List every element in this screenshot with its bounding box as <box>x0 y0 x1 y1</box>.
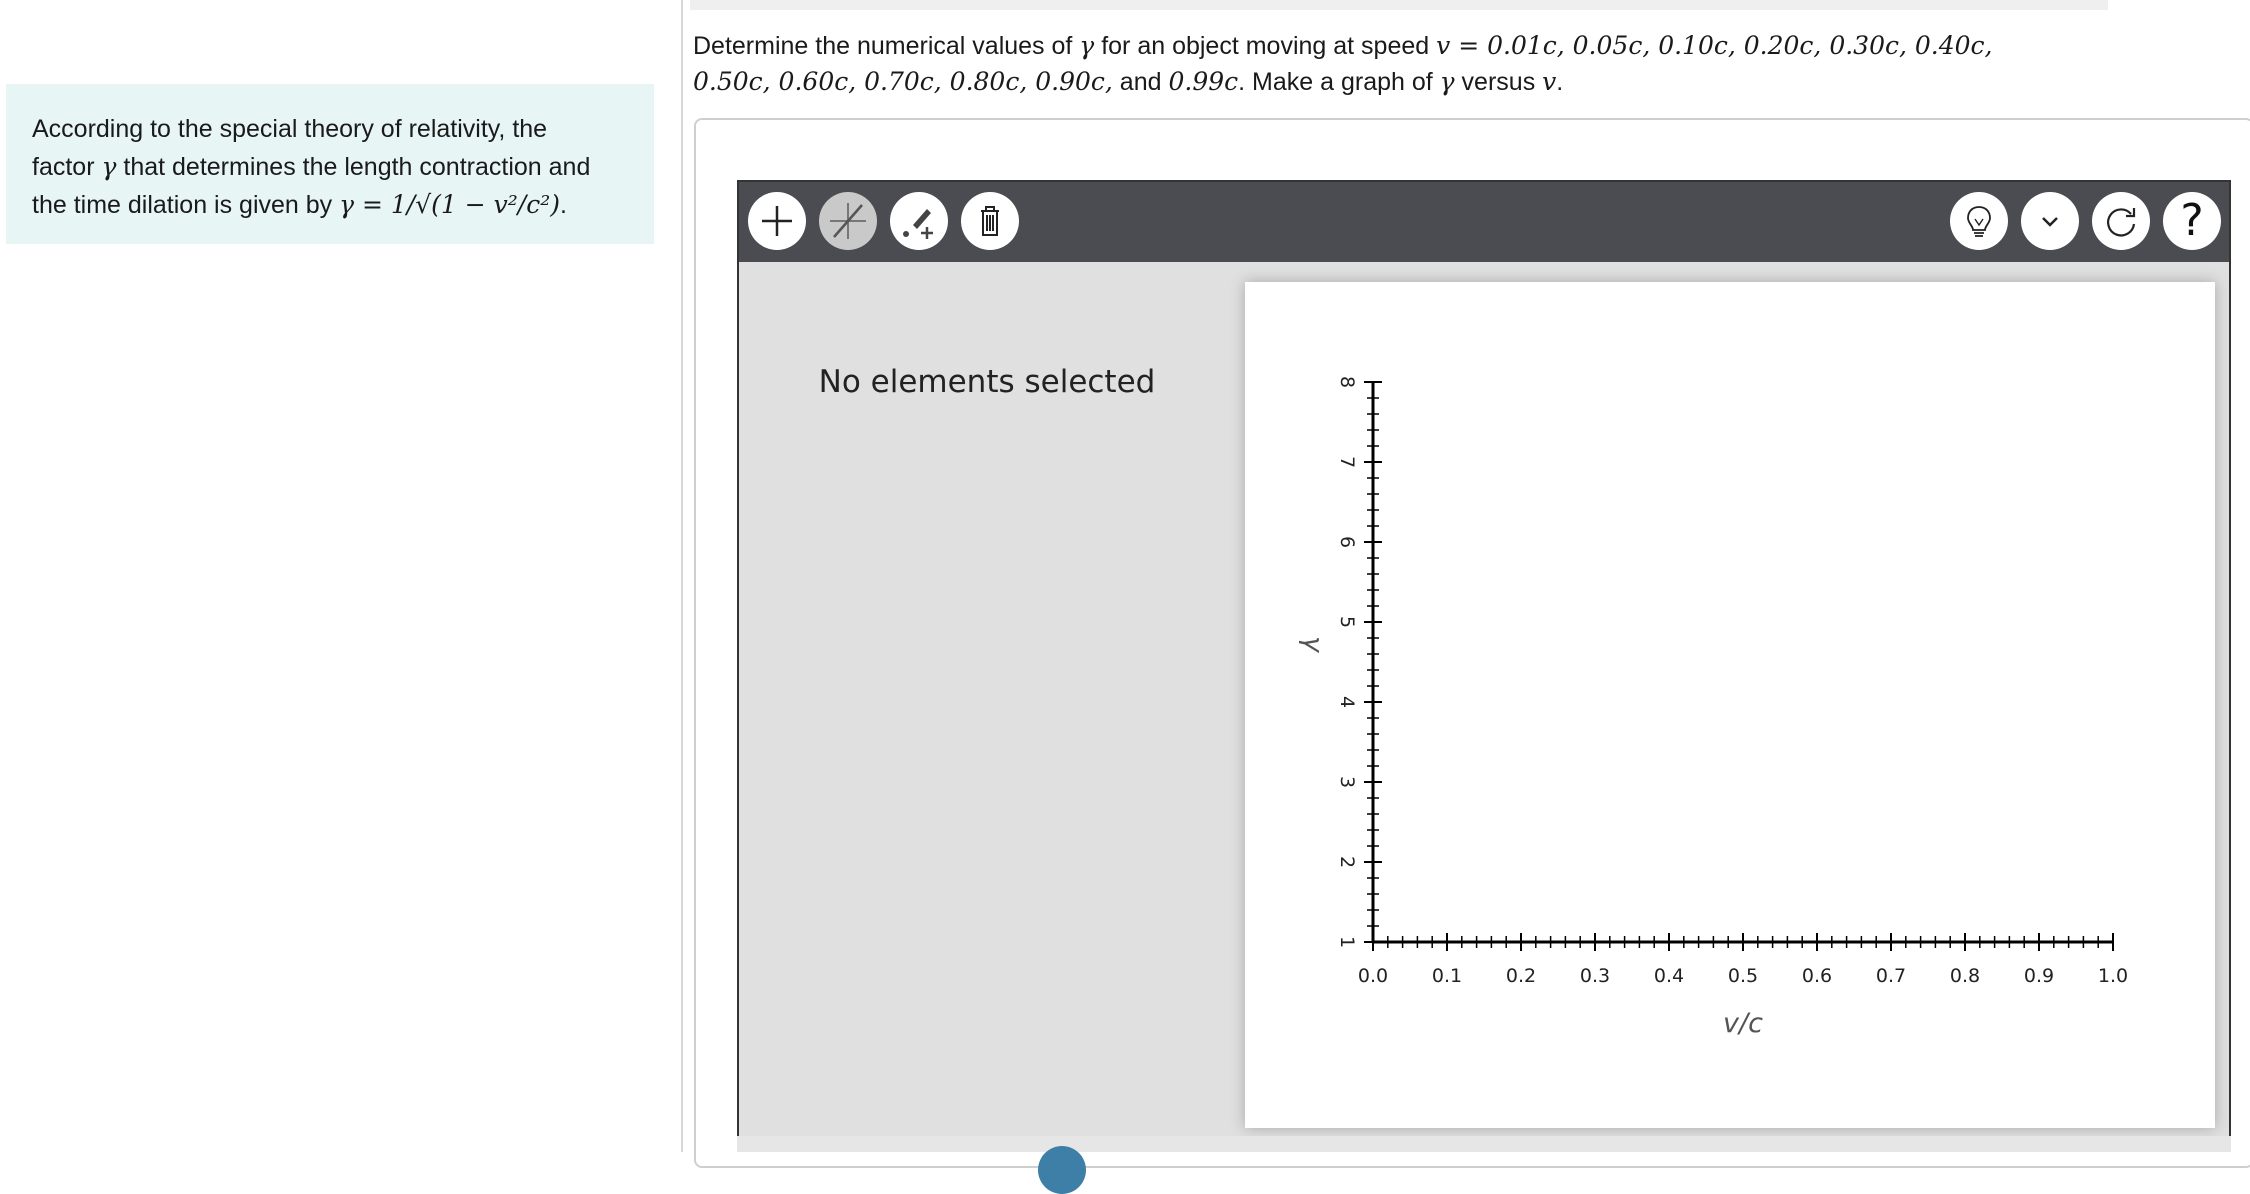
question-span: versus <box>1454 68 1543 96</box>
graph-area[interactable]: 0.0 0.1 0.2 0.3 0.4 0.5 0.6 0.7 0.8 0.9 1.0 1 2 3 4 5 6 7… <box>1245 282 2215 1128</box>
hint-line-1: According to the special theory of relat… <box>32 115 548 143</box>
gamma-symbol: γ <box>101 152 117 181</box>
x-tick-label: 0.1 <box>1432 965 1462 987</box>
question-line-1: Determine the numerical values of γ for … <box>693 28 2193 64</box>
trash-icon <box>981 206 999 236</box>
lightbulb-icon <box>1967 206 1991 237</box>
x-tick-label: 0.7 <box>1876 965 1906 987</box>
x-tick-label: 0.3 <box>1580 965 1610 987</box>
no-selection-message: No elements selected <box>818 364 1156 400</box>
properties-panel: No elements selected <box>739 262 1235 1144</box>
gamma-vs-v-chart[interactable]: 0.0 0.1 0.2 0.3 0.4 0.5 0.6 0.7 0.8 0.9 1.0 1 2 3 4 5 6 7… <box>1245 282 2215 1128</box>
y-tick-label: 5 <box>1336 616 1358 628</box>
question-line-2: 0.50c, 0.60c, 0.70c, 0.80c, 0.90c, and 0… <box>693 64 2193 100</box>
graph-toolbar: ? <box>739 182 2229 262</box>
hint-button[interactable] <box>1950 192 2008 250</box>
bottom-strip <box>737 1136 2231 1152</box>
y-tick-label: 6 <box>1336 536 1358 548</box>
hint-text: factor <box>32 153 102 181</box>
chevron-down-icon <box>2042 217 2058 227</box>
hint-text: . <box>560 191 567 219</box>
x-axis-label: v/c <box>1723 1008 1763 1039</box>
question-text: Determine the numerical values of γ for … <box>693 28 2193 100</box>
line-tool-icon <box>830 203 866 239</box>
delete-button[interactable] <box>961 192 1019 250</box>
graphing-tool: ? No elements selected 0.0 0.1 0.2 0.3 0.4 0.… <box>737 180 2231 1146</box>
hint-line-2: factor γ that determines the length cont… <box>32 148 628 186</box>
add-button[interactable] <box>748 192 806 250</box>
x-tick-label: 0.9 <box>2024 965 2054 987</box>
v-symbol: v <box>1542 67 1557 96</box>
y-tick-label: 1 <box>1336 936 1358 948</box>
x-tick-label: 0.2 <box>1506 965 1536 987</box>
y-axis-label: γ <box>1298 636 1329 654</box>
question-span: . <box>1556 68 1564 96</box>
point-pencil-icon <box>903 209 933 239</box>
speed-value: 0.99c <box>1168 67 1239 96</box>
hint-panel: According to the special theory of relat… <box>6 84 654 244</box>
question-span: for an object moving at speed <box>1094 32 1437 60</box>
scroll-indicator[interactable] <box>1038 1146 1086 1194</box>
y-tick-label: 7 <box>1336 456 1358 468</box>
x-tick-label: 0.8 <box>1950 965 1980 987</box>
point-pencil-button[interactable] <box>890 192 948 250</box>
speed-list: 0.50c, 0.60c, 0.70c, 0.80c, 0.90c, <box>693 67 1113 96</box>
hint-text: that determines the length contraction a… <box>116 153 591 181</box>
x-tick-label: 0.0 <box>1358 965 1388 987</box>
y-tick-label: 2 <box>1336 856 1358 868</box>
y-tick-label: 8 <box>1336 376 1358 388</box>
hint-line-3: the time dilation is given by γ = 1/√(1 … <box>32 186 628 224</box>
gamma-formula: γ = 1/√(1 − v²/c²) <box>339 190 560 219</box>
y-tick-label: 4 <box>1336 696 1358 708</box>
plus-icon <box>762 206 792 236</box>
column-divider <box>681 0 683 1152</box>
x-tick-label: 0.5 <box>1728 965 1758 987</box>
x-tick-label: 0.6 <box>1802 965 1832 987</box>
x-tick-label: 1.0 <box>2098 965 2128 987</box>
help-button[interactable]: ? <box>2163 192 2221 250</box>
y-tick-label: 3 <box>1336 776 1358 788</box>
reset-button[interactable] <box>2092 192 2150 250</box>
question-span: Determine the numerical values of <box>693 32 1080 60</box>
hint-text: the time dilation is given by <box>32 191 340 219</box>
top-bar <box>690 0 2108 10</box>
reset-icon <box>2107 208 2136 237</box>
expand-button[interactable] <box>2021 192 2079 250</box>
x-tick-label: 0.4 <box>1654 965 1684 987</box>
help-icon: ? <box>2180 195 2204 246</box>
question-span: and <box>1112 68 1169 96</box>
gamma-symbol: γ <box>1439 67 1455 96</box>
question-span: . Make a graph of <box>1238 68 1440 96</box>
gamma-symbol: γ <box>1079 31 1095 60</box>
line-tool-button[interactable] <box>819 192 877 250</box>
speed-list: v = 0.01c, 0.05c, 0.10c, 0.20c, 0.30c, 0… <box>1436 31 1993 60</box>
